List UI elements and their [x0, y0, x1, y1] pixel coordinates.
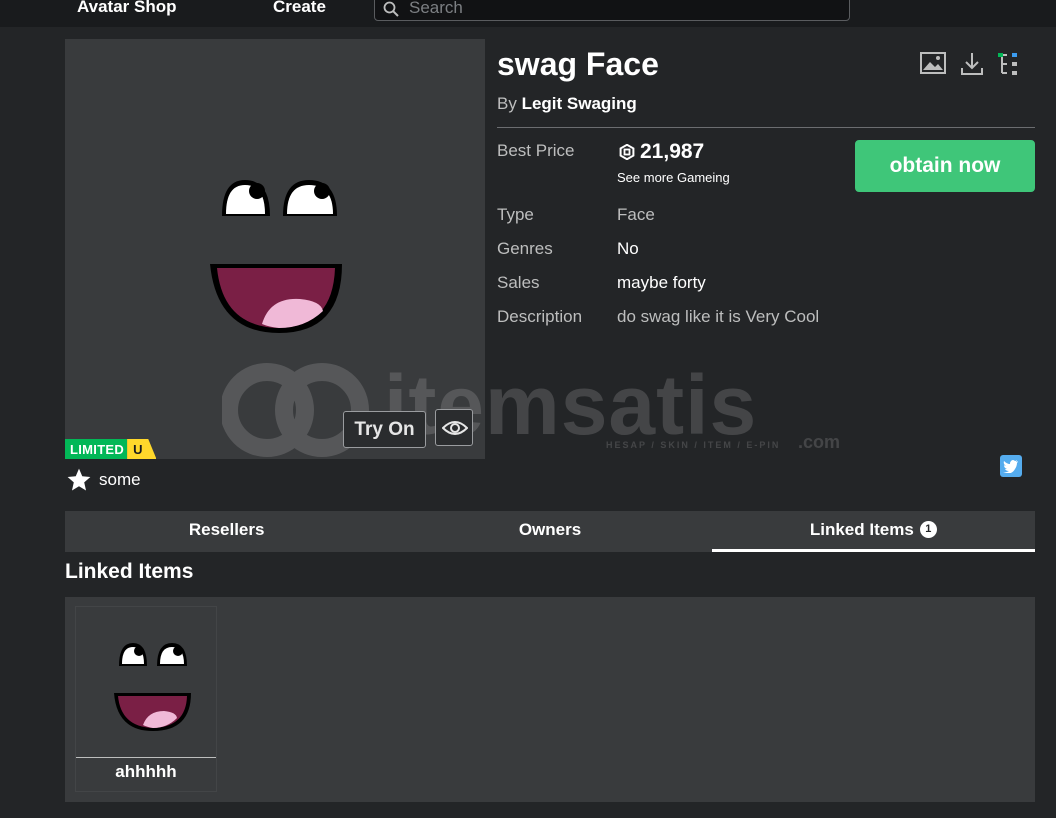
genres-value[interactable]: No [617, 239, 639, 259]
download-icon[interactable] [960, 52, 984, 76]
item-thumbnail [65, 39, 485, 459]
sales-label: Sales [497, 273, 540, 292]
preview-button[interactable] [435, 409, 473, 446]
best-price-label: Best Price [497, 141, 575, 160]
tab-linked-items-label: Linked Items [809, 520, 914, 539]
creator-link[interactable]: Legit Swaging [522, 94, 637, 113]
obtain-now-button[interactable]: obtain now [855, 140, 1035, 192]
limited-label: LIMITED [65, 439, 128, 459]
star-icon[interactable] [66, 467, 92, 493]
genres-label: Genres [497, 239, 553, 258]
top-nav: Avatar Shop Create [0, 0, 1056, 27]
twitter-icon [1003, 460, 1018, 473]
eye-icon [442, 421, 468, 435]
favorite-row[interactable]: some [66, 467, 141, 493]
tab-linked-items[interactable]: Linked Items 1 [711, 511, 1035, 552]
try-on-button[interactable]: Try On [343, 411, 426, 448]
see-more-link[interactable]: See more Gameing [617, 170, 730, 185]
search-input[interactable] [409, 0, 829, 18]
limited-u-badge: LIMITED U [65, 439, 157, 459]
price-row: 21,987 [619, 140, 704, 164]
linked-items-heading: Linked Items [65, 560, 194, 583]
linked-item-thumbnail[interactable] [76, 607, 216, 757]
creator-byline: By Legit Swaging [497, 94, 637, 114]
linked-items-count-badge: 1 [919, 521, 937, 539]
price-value: 21,987 [640, 140, 705, 163]
description-label: Description [497, 307, 583, 326]
watermark-subtitle: HESAP / SKIN / ITEM / E-PIN [606, 440, 781, 450]
swag-face-image [210, 180, 342, 333]
linked-item-separator [76, 757, 216, 758]
twitter-share-button[interactable] [1000, 455, 1022, 477]
linked-item-card[interactable]: ahhhhh [75, 606, 217, 792]
tab-owners[interactable]: Owners [388, 511, 711, 552]
type-label: Type [497, 205, 534, 224]
tab-owners-label: Owners [518, 520, 582, 539]
tab-resellers[interactable]: Resellers [65, 511, 388, 552]
by-prefix: By [497, 94, 517, 113]
favorite-count: some [99, 470, 141, 489]
info-divider [497, 127, 1035, 128]
robux-icon [619, 144, 635, 160]
watermark-domain: .com [798, 432, 841, 452]
search-box[interactable] [374, 0, 850, 21]
item-title: swag Face [497, 46, 659, 82]
limited-u-label: U [127, 439, 157, 459]
item-tabs: Resellers Owners Linked Items 1 [65, 511, 1035, 552]
nav-create[interactable]: Create [273, 0, 326, 17]
linked-item-name[interactable]: ahhhhh [76, 762, 216, 782]
header-actions [920, 52, 1022, 76]
search-icon [383, 1, 399, 17]
image-icon[interactable] [920, 52, 946, 74]
description-value: do swag like it is Very Cool [617, 307, 820, 326]
nav-avatar-shop[interactable]: Avatar Shop [77, 0, 177, 17]
linked-face-image [114, 643, 191, 731]
sales-value: maybe forty [617, 273, 706, 292]
type-value: Face [617, 205, 655, 224]
tab-resellers-label: Resellers [188, 520, 265, 539]
hierarchy-icon[interactable] [998, 52, 1022, 76]
